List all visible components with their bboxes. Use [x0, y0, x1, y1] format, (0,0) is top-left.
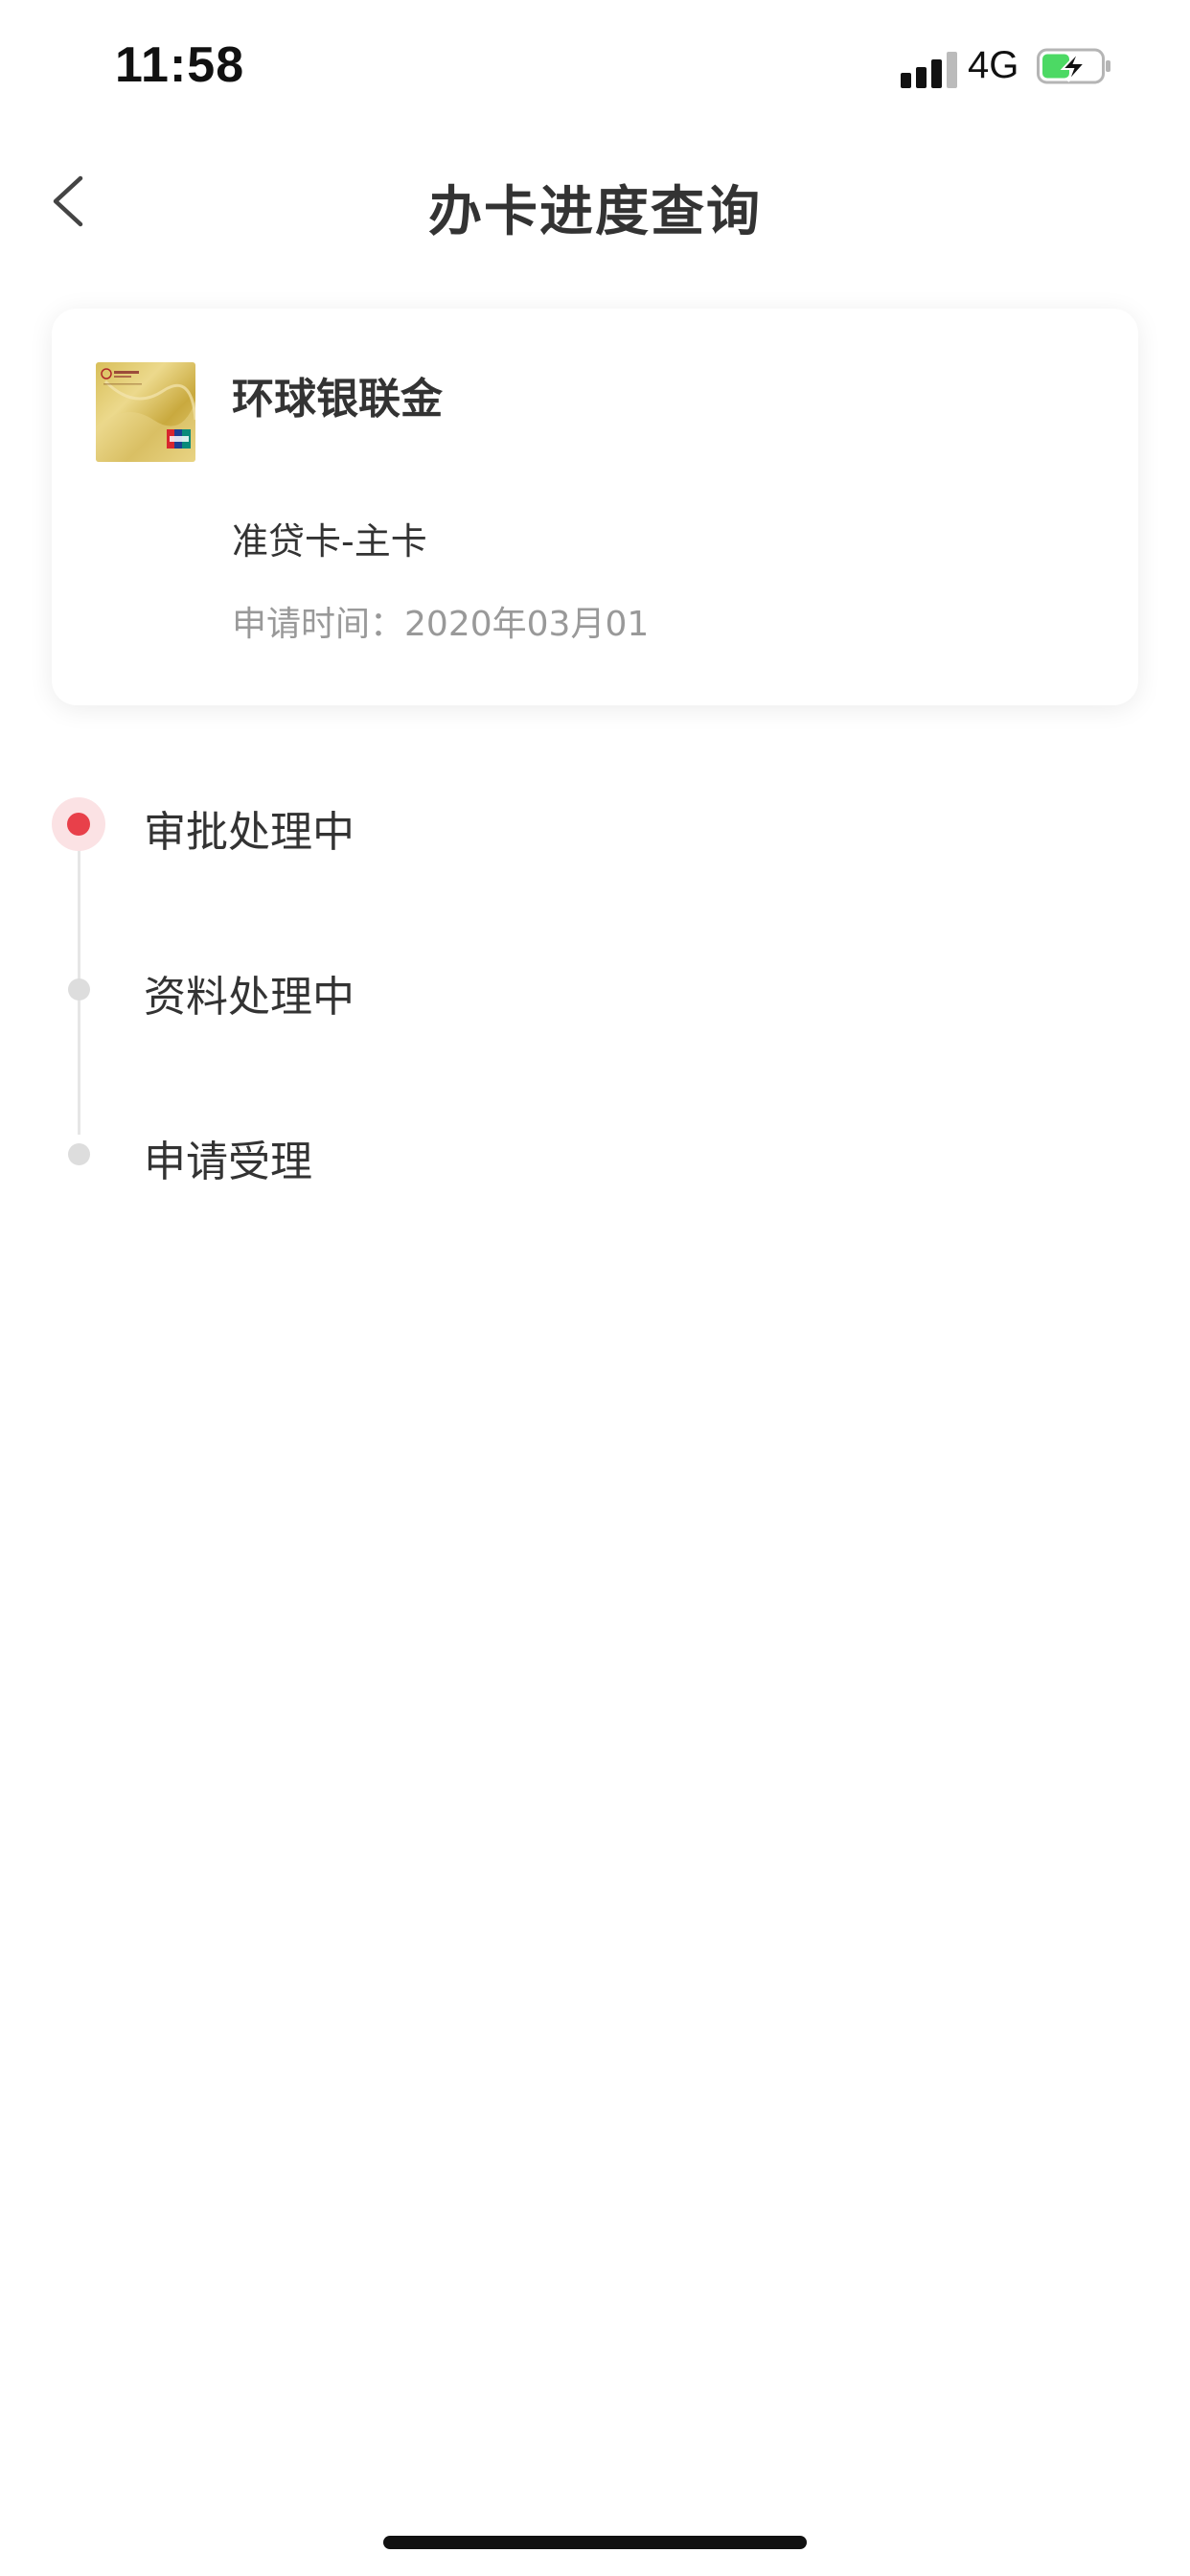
status-bar: 11:58 4G [0, 0, 1190, 134]
application-date: 申请时间：2020年03月01 [232, 596, 649, 646]
credit-card-image [96, 362, 195, 462]
timeline-step-label: 资料处理中 [144, 973, 355, 1022]
timeline-step-accepted: 申请受理 [0, 1116, 1190, 1192]
inactive-step-dot-icon [68, 1143, 90, 1165]
nav-header: 办卡进度查询 [0, 153, 1190, 249]
timeline-step-documents: 资料处理中 [0, 951, 1190, 1027]
card-info-panel[interactable]: 环球银联金 准贷卡-主卡 申请时间：2020年03月01 [52, 309, 1138, 705]
network-type: 4G [968, 44, 1019, 86]
card-name: 环球银联金 [232, 375, 443, 424]
card-type: 准贷卡-主卡 [232, 520, 427, 563]
signal-bars-icon [901, 50, 960, 88]
application-date-value: 2020年03月01 [404, 605, 650, 644]
status-time: 11:58 [115, 37, 245, 93]
active-step-dot-icon [52, 797, 105, 851]
progress-timeline: 审批处理中 资料处理中 申请受理 [0, 786, 1190, 1188]
inactive-step-dot-icon [68, 978, 90, 1000]
timeline-step-label: 申请受理 [144, 1138, 312, 1186]
battery-charging-icon [1037, 48, 1110, 84]
timeline-step-label: 审批处理中 [144, 808, 355, 857]
application-date-label: 申请时间： [232, 605, 405, 644]
page-title: 办卡进度查询 [428, 181, 762, 243]
home-indicator[interactable] [383, 2536, 807, 2549]
timeline-step-approval: 审批处理中 [0, 786, 1190, 862]
